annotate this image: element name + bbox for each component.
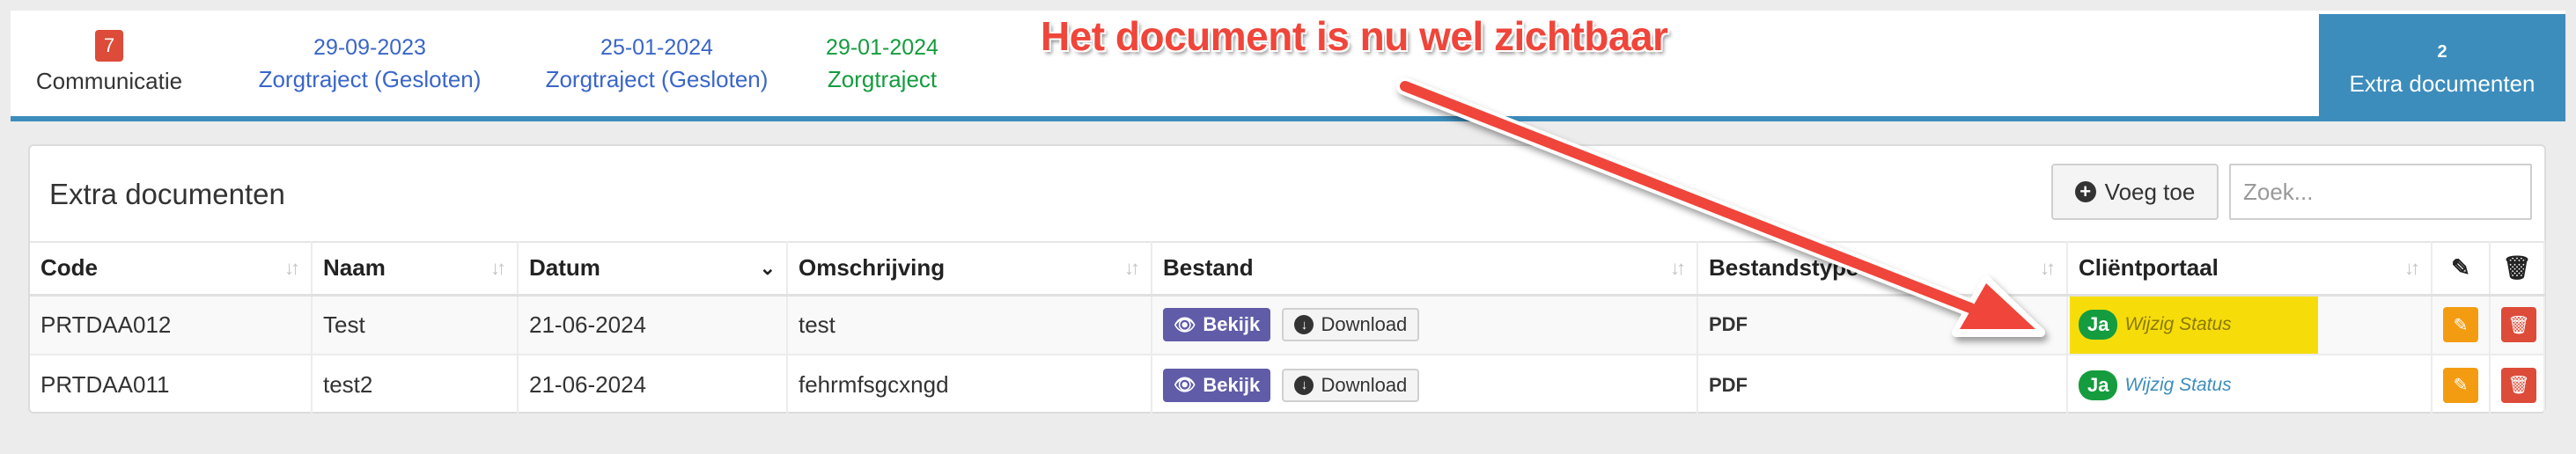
annotation-text: Het document is nu wel zichtbaar (1041, 13, 1668, 59)
page: 7 Communicatie 29-09-2023 Zorgtraject (G… (0, 0, 2576, 454)
annotation-arrow (1396, 77, 2045, 337)
